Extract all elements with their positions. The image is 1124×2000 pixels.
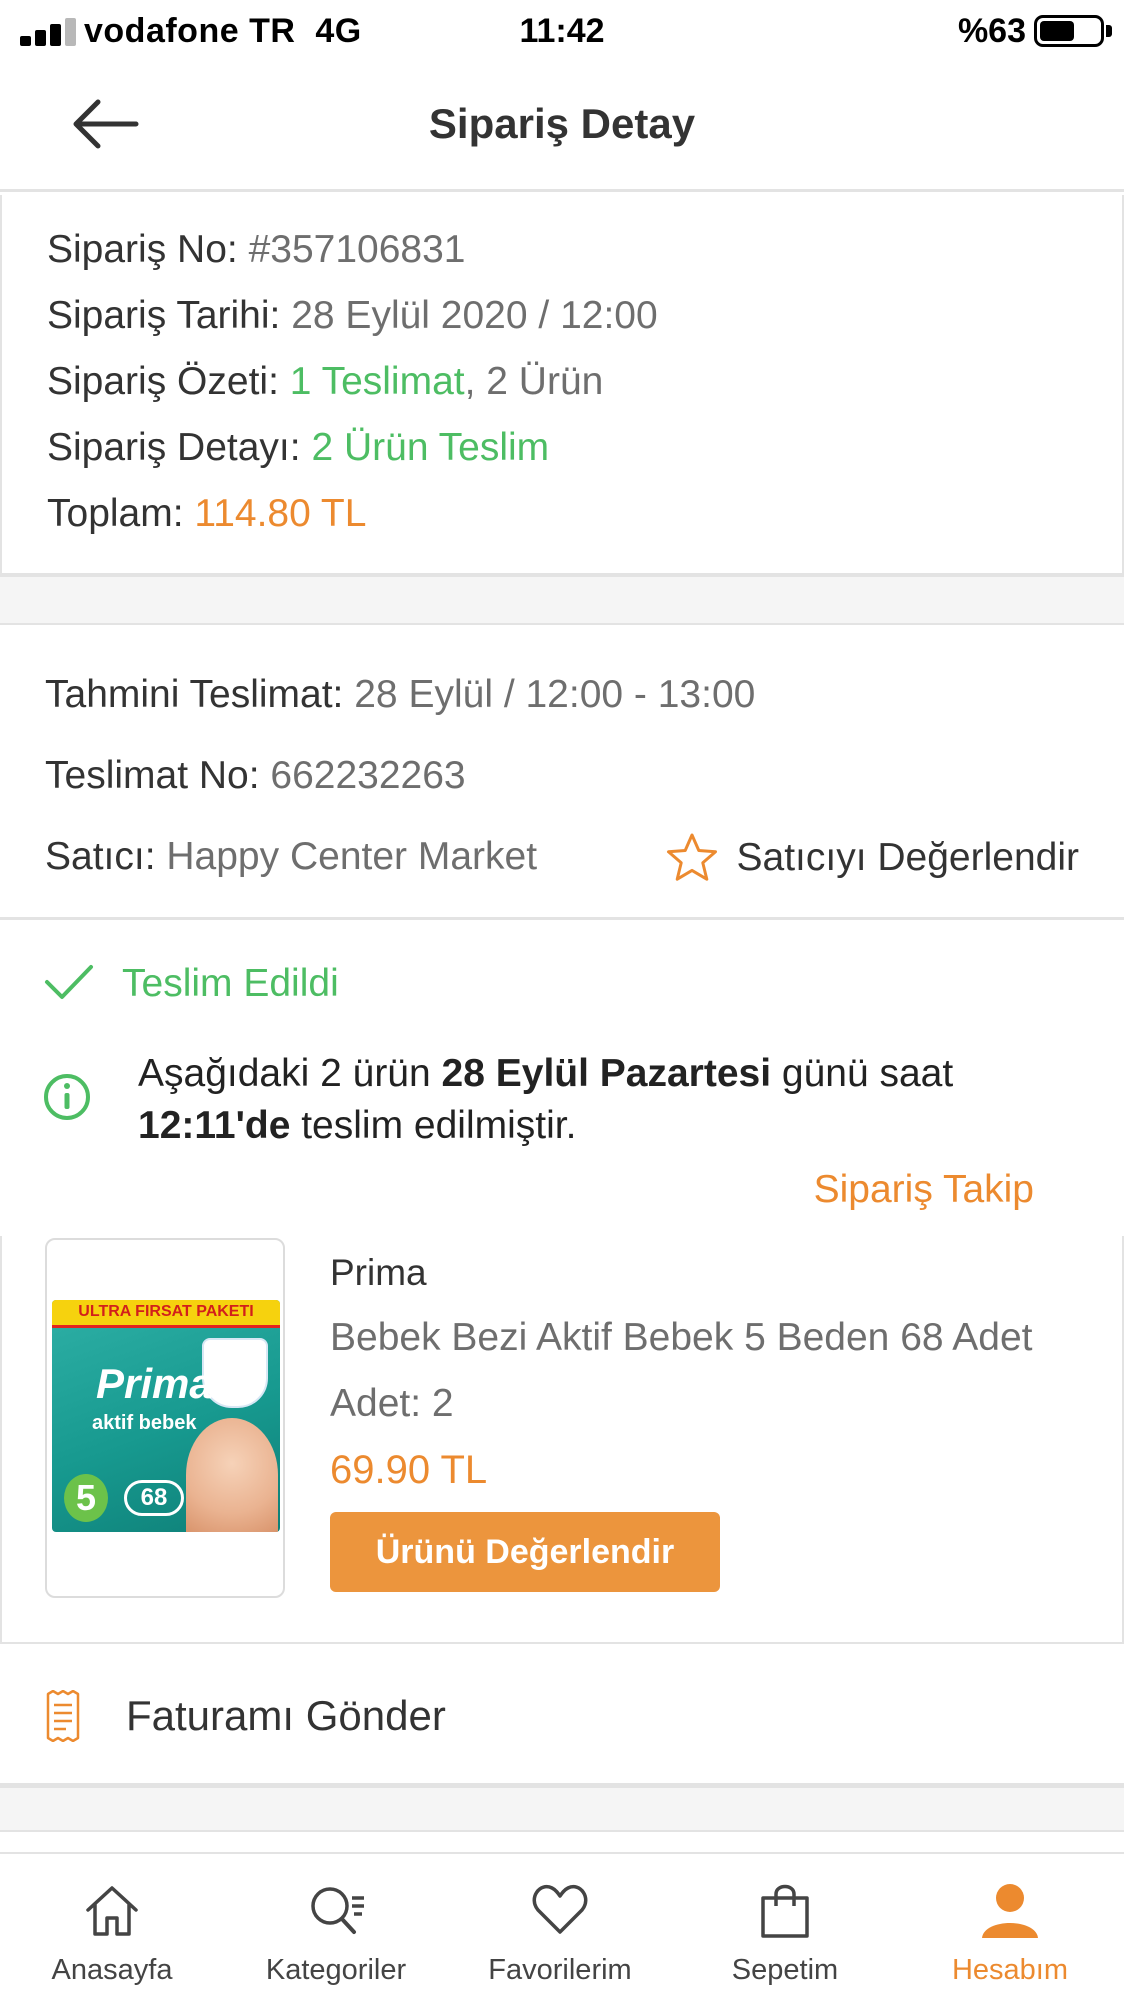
page-title: Sipariş Detay — [428, 100, 696, 147]
section-divider — [0, 575, 1124, 625]
tab-favorites-label: Favorilerim — [488, 1954, 632, 1986]
product-name[interactable]: Bebek Bezi Aktif Bebek 5 Beden 68 Adet — [330, 1316, 1090, 1360]
product-quantity: Adet: 2 — [330, 1382, 454, 1426]
order-summary-label: Sipariş Özeti: — [47, 360, 279, 403]
user-icon — [982, 1884, 1038, 1938]
order-summary-card: Sipariş No: #357106831 Sipariş Tarihi: 2… — [0, 195, 1124, 575]
tab-favorites[interactable]: Favorilerim — [460, 1854, 660, 2000]
check-icon — [45, 965, 93, 999]
info-time: 12:11'de — [138, 1104, 291, 1147]
product-brand: Prima — [330, 1252, 427, 1293]
pack-banner: ULTRA FIRSAT PAKETI — [52, 1300, 280, 1328]
order-track-link[interactable]: Sipariş Takip — [814, 1168, 1034, 1212]
seller-value: Happy Center Market — [166, 835, 538, 878]
pack-brand: Prima — [96, 1360, 213, 1407]
info-text-2: günü saat — [771, 1052, 954, 1095]
battery-percent: %63 — [957, 12, 1026, 50]
shopping-bag-icon — [761, 1884, 809, 1938]
delivered-status: Teslim Edildi — [122, 962, 339, 1005]
pack-banner-text: ULTRA FIRSAT PAKETI — [78, 1303, 254, 1320]
baby-illustration — [186, 1418, 278, 1532]
rate-seller-button[interactable]: Satıcıyı Değerlendir — [665, 828, 1080, 888]
battery-tip — [1106, 25, 1112, 37]
nav-bar: Sipariş Detay — [0, 64, 1124, 192]
home-icon — [86, 1886, 138, 1936]
order-summary-items: , 2 Ürün — [464, 360, 604, 403]
tab-cart-label: Sepetim — [731, 1954, 839, 1986]
pack-subtitle: aktif bebek — [92, 1412, 197, 1434]
clock: 11:42 — [519, 12, 605, 50]
tab-categories-label: Kategoriler — [265, 1954, 407, 1986]
order-detail-label: Sipariş Detayı: — [47, 426, 301, 469]
order-no-value: #357106831 — [248, 228, 466, 271]
battery-fill — [1040, 21, 1075, 41]
order-summary-delivery[interactable]: 1 Teslimat — [290, 360, 465, 403]
star-outline-icon — [666, 833, 717, 881]
delivery-info-section: Tahmini Teslimat: 28 Eylül / 12:00 - 13:… — [0, 625, 1124, 920]
battery-icon — [1034, 15, 1104, 47]
seller-row: Satıcı: Happy Center Market — [45, 835, 537, 879]
status-bar: vodafone TR 4G 11:42 %63 — [0, 0, 1124, 64]
section-divider — [0, 1786, 1124, 1832]
order-date-value: 28 Eylül 2020 / 12:00 — [291, 294, 658, 337]
total-row: Toplam: 114.80 TL — [2, 481, 1122, 547]
diaper-pack-image: ULTRA FIRSAT PAKETI Prima aktif bebek 5 … — [52, 1300, 280, 1532]
tab-categories[interactable]: Kategoriler — [236, 1854, 436, 2000]
delivery-no-row: Teslimat No: 662232263 — [45, 754, 466, 798]
search-list-icon — [311, 1887, 364, 1934]
send-invoice-label: Faturamı Gönder — [126, 1692, 446, 1739]
tab-home-label: Anasayfa — [51, 1954, 173, 1986]
eta-label: Tahmini Teslimat: — [45, 673, 344, 716]
send-invoice-row[interactable]: Faturamı Gönder — [0, 1646, 1124, 1786]
delivery-info-message: Aşağıdaki 2 ürün 28 Eylül Pazartesi günü… — [138, 1048, 1038, 1152]
rate-seller-label: Satıcıyı Değerlendir — [736, 836, 1080, 879]
total-value: 114.80 TL — [194, 492, 367, 535]
info-circle-icon — [44, 1074, 90, 1120]
info-text-3: teslim edilmiştir. — [290, 1104, 577, 1147]
tab-bar: Anasayfa Kategoriler Favorilerim Sepetim… — [0, 1852, 1124, 2000]
seller-label: Satıcı: — [45, 835, 156, 878]
rate-product-button[interactable]: Ürünü Değerlendir — [330, 1512, 720, 1592]
order-no-label: Sipariş No: — [47, 228, 238, 271]
pack-count-badge: 68 — [124, 1480, 184, 1516]
order-no-row: Sipariş No: #357106831 — [2, 217, 1122, 283]
delivery-no-value: 662232263 — [270, 754, 466, 797]
order-date-label: Sipariş Tarihi: — [47, 294, 281, 337]
pack-size-badge: 5 — [64, 1474, 108, 1522]
tab-cart[interactable]: Sepetim — [685, 1854, 885, 2000]
tab-account-label: Hesabım — [951, 1954, 1069, 1986]
receipt-icon — [46, 1690, 80, 1742]
order-date-row: Sipariş Tarihi: 28 Eylül 2020 / 12:00 — [2, 283, 1122, 349]
eta-row: Tahmini Teslimat: 28 Eylül / 12:00 - 13:… — [45, 673, 755, 717]
tab-account[interactable]: Hesabım — [910, 1854, 1110, 2000]
eta-value: 28 Eylül / 12:00 - 13:00 — [354, 673, 756, 716]
heart-icon — [532, 1884, 588, 1934]
order-detail-row: Sipariş Detayı: 2 Ürün Teslim — [2, 415, 1122, 481]
qty-label: Adet: — [330, 1382, 422, 1425]
order-summary-row: Sipariş Özeti: 1 Teslimat, 2 Ürün — [2, 349, 1122, 415]
qty-value: 2 — [431, 1382, 454, 1425]
order-detail-value: 2 Ürün Teslim — [311, 426, 550, 469]
tab-home[interactable]: Anasayfa — [12, 1854, 212, 2000]
product-price: 69.90 TL — [330, 1448, 488, 1492]
info-date: 28 Eylül Pazartesi — [441, 1052, 772, 1095]
product-image[interactable]: ULTRA FIRSAT PAKETI Prima aktif bebek 5 … — [45, 1238, 285, 1598]
delivery-no-label: Teslimat No: — [45, 754, 260, 797]
total-label: Toplam: — [47, 492, 184, 535]
info-text-1: Aşağıdaki 2 ürün — [138, 1052, 442, 1095]
